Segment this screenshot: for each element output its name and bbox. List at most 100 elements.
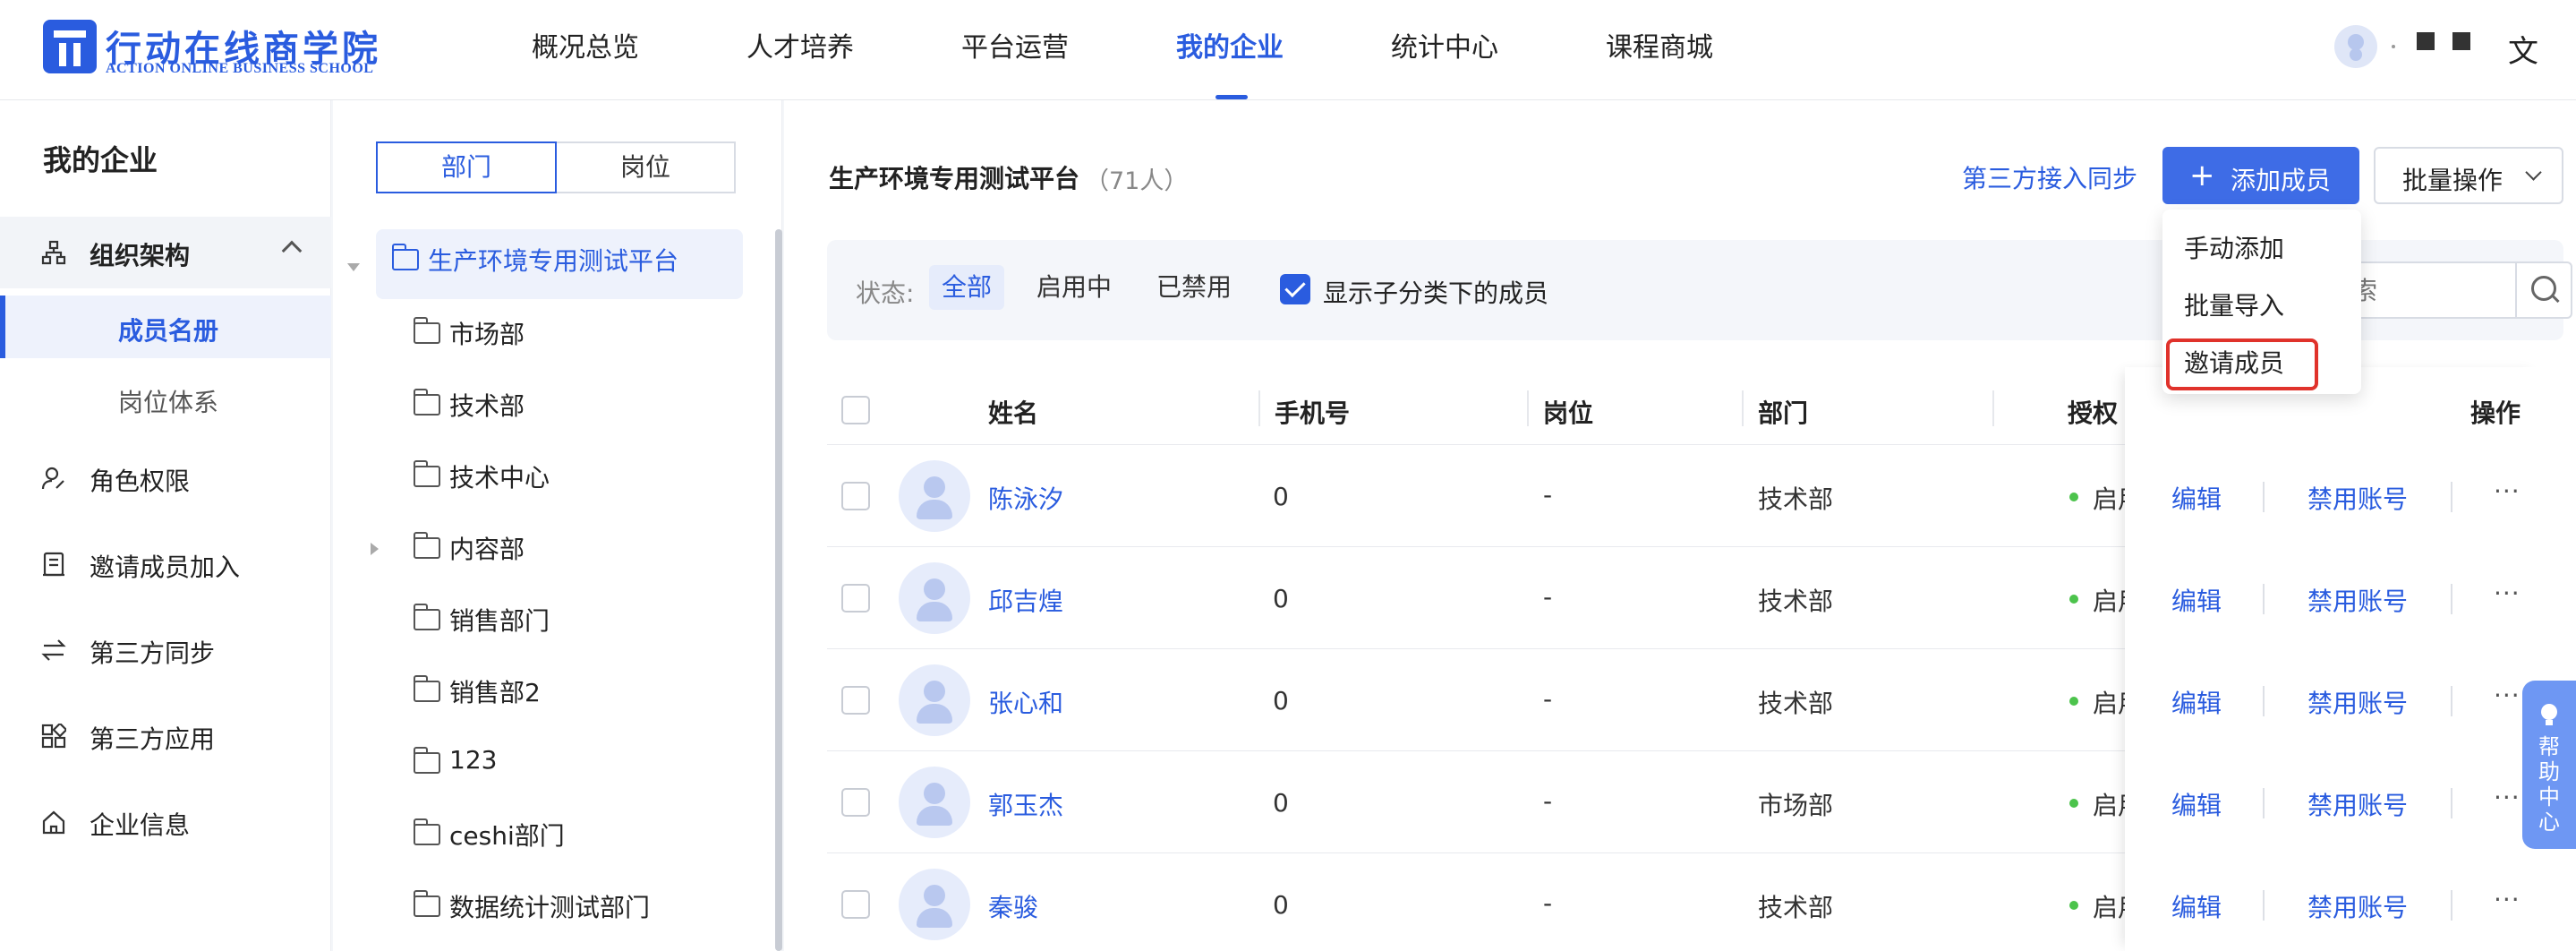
sidebar-item-members[interactable]: 成员名册 xyxy=(0,296,331,358)
row-checkbox[interactable] xyxy=(841,584,870,613)
tree-node-label: 销售部2 xyxy=(449,678,541,707)
disable-account-button[interactable]: 禁用账号 xyxy=(2307,480,2408,516)
action-divider xyxy=(2451,890,2452,921)
batch-operation-label: 批量操作 xyxy=(2402,166,2503,195)
tree-node[interactable]: 数据统计测试部门 xyxy=(376,876,743,946)
folder-icon xyxy=(392,244,419,270)
more-icon[interactable]: ··· xyxy=(2494,578,2521,608)
nav-operations[interactable]: 平台运营 xyxy=(961,25,1069,64)
tree-node-label: 市场部 xyxy=(449,320,525,349)
invite-doc-icon xyxy=(43,552,64,577)
more-icon[interactable]: ··· xyxy=(2494,885,2521,914)
member-position: - xyxy=(1543,582,1553,612)
status-filter-enabled[interactable]: 启用中 xyxy=(1024,265,1124,310)
tab-positions[interactable]: 岗位 xyxy=(555,141,736,193)
sidebar-item-label: 第三方应用 xyxy=(90,724,216,754)
search-icon[interactable] xyxy=(2515,261,2572,319)
disable-account-button[interactable]: 禁用账号 xyxy=(2307,888,2408,924)
edit-button[interactable]: 编辑 xyxy=(2171,684,2222,720)
member-name[interactable]: 邱吉煌 xyxy=(988,582,1063,618)
brand-logo[interactable]: 行动在线商学院 ACTION ONLINE BUSINESS SCHOOL xyxy=(43,20,378,77)
tab-departments[interactable]: 部门 xyxy=(376,141,557,193)
nav-overview[interactable]: 概况总览 xyxy=(532,25,639,64)
menu-item-batch-import[interactable]: 批量导入 xyxy=(2184,287,2284,322)
sidebar-group-org[interactable]: 组织架构 xyxy=(0,217,331,288)
nav-course-mall[interactable]: 课程商城 xyxy=(1606,25,1713,64)
tree-node[interactable]: 市场部 xyxy=(376,303,743,373)
disable-account-button[interactable]: 禁用账号 xyxy=(2307,786,2408,822)
member-dept: 技术部 xyxy=(1758,689,1834,718)
column-header-actions: 操作 xyxy=(2470,398,2521,428)
member-phone: 0 xyxy=(1273,890,1289,920)
tree-node[interactable]: 销售部门 xyxy=(376,589,743,659)
status-filter-disabled[interactable]: 已禁用 xyxy=(1144,265,1244,310)
folder-icon xyxy=(414,317,440,344)
menu-item-manual-add[interactable]: 手动添加 xyxy=(2184,229,2284,265)
row-checkbox[interactable] xyxy=(841,890,870,919)
nav-talent[interactable]: 人才培养 xyxy=(746,25,854,64)
row-checkbox[interactable] xyxy=(841,482,870,510)
column-header-dept: 部门 xyxy=(1758,398,1809,428)
action-divider xyxy=(2451,584,2452,614)
add-member-button[interactable]: + 添加成员 xyxy=(2162,147,2359,204)
show-sub-members-checkbox[interactable] xyxy=(1280,274,1310,304)
sidebar-item-positions[interactable]: 岗位体系 xyxy=(0,367,331,430)
more-icon[interactable]: ··· xyxy=(2494,681,2521,710)
more-icon[interactable]: ··· xyxy=(2494,476,2521,506)
row-checkbox[interactable] xyxy=(841,788,870,817)
member-name[interactable]: 张心和 xyxy=(988,684,1063,720)
sidebar-item-third-apps[interactable]: 第三方应用 xyxy=(0,700,331,772)
disable-account-button[interactable]: 禁用账号 xyxy=(2307,684,2408,720)
tree-node[interactable]: 技术部 xyxy=(376,374,743,444)
tree-scrollbar[interactable] xyxy=(775,229,782,951)
avatar xyxy=(899,664,970,736)
select-all-checkbox[interactable] xyxy=(841,396,870,424)
member-phone: 0 xyxy=(1273,482,1289,511)
edit-button[interactable]: 编辑 xyxy=(2171,786,2222,822)
nav-my-enterprise[interactable]: 我的企业 xyxy=(1176,25,1284,64)
tree-node[interactable]: 技术中心 xyxy=(376,446,743,516)
action-divider xyxy=(2451,482,2452,512)
plus-icon: + xyxy=(2189,158,2215,193)
edit-button[interactable]: 编辑 xyxy=(2171,582,2222,618)
help-center-tab[interactable]: 帮助中心 xyxy=(2522,681,2576,849)
member-dept: 技术部 xyxy=(1758,587,1834,616)
tree-node-root[interactable]: 生产环境专用测试平台 xyxy=(376,229,743,299)
status-dot xyxy=(2069,493,2078,501)
tree-node[interactable]: 销售部2 xyxy=(376,661,743,731)
member-name[interactable]: 陈泳汐 xyxy=(988,480,1063,516)
translate-icon[interactable]: 文 xyxy=(2508,27,2538,71)
column-header-name: 姓名 xyxy=(988,398,1039,428)
status-filter-all[interactable]: 全部 xyxy=(929,265,1005,310)
column-header-auth: 授权 xyxy=(2068,398,2119,428)
tree-tab-switch: 部门 岗位 xyxy=(376,141,738,193)
sidebar-item-third-sync[interactable]: 第三方同步 xyxy=(0,614,331,686)
user-avatar[interactable] xyxy=(2334,25,2377,68)
sidebar-item-label: 第三方同步 xyxy=(90,638,216,668)
nav-statistics[interactable]: 统计中心 xyxy=(1391,25,1498,64)
folder-icon xyxy=(414,604,440,630)
more-icon[interactable]: ··· xyxy=(2494,783,2521,812)
tree-node[interactable]: 内容部 xyxy=(376,518,743,587)
expand-triangle-icon[interactable] xyxy=(347,263,360,271)
sidebar-item-roles[interactable]: 角色权限 xyxy=(0,442,331,514)
member-name[interactable]: 郭玉杰 xyxy=(988,786,1063,822)
role-user-icon xyxy=(41,467,64,490)
department-tree-panel: 部门 岗位 生产环境专用测试平台 市场部 技术部 技术中心 内容部 销售部门 销… xyxy=(333,100,782,951)
disable-account-button[interactable]: 禁用账号 xyxy=(2307,582,2408,618)
sidebar-item-company-info[interactable]: 企业信息 xyxy=(0,786,331,858)
tree-node[interactable]: ceshi部门 xyxy=(376,804,743,874)
batch-operation-button[interactable]: 批量操作 xyxy=(2374,147,2563,204)
edit-button[interactable]: 编辑 xyxy=(2171,888,2222,924)
edit-button[interactable]: 编辑 xyxy=(2171,480,2222,516)
action-divider xyxy=(2263,686,2265,716)
tree-node[interactable]: 123 xyxy=(376,733,743,802)
folder-icon xyxy=(414,747,440,774)
member-name[interactable]: 秦骏 xyxy=(988,888,1038,924)
column-divider xyxy=(1527,390,1529,426)
third-party-sync-link[interactable]: 第三方接入同步 xyxy=(1962,159,2137,195)
row-checkbox[interactable] xyxy=(841,686,870,715)
sync-arrows-icon xyxy=(41,639,66,661)
top-header: 行动在线商学院 ACTION ONLINE BUSINESS SCHOOL 概况… xyxy=(0,0,2576,100)
sidebar-item-invite[interactable]: 邀请成员加入 xyxy=(0,528,331,600)
